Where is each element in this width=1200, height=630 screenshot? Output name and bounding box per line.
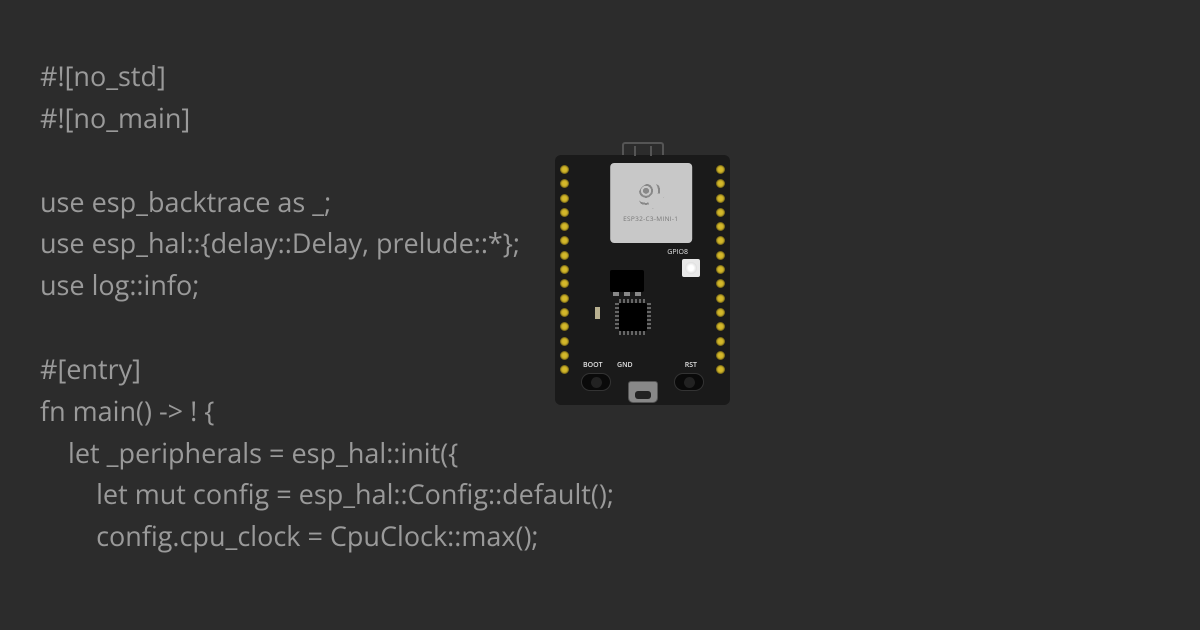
pin[interactable]: [716, 365, 725, 374]
boot-button-label: BOOT: [583, 361, 603, 370]
pin[interactable]: [560, 208, 569, 217]
pin[interactable]: [560, 279, 569, 288]
pin[interactable]: [716, 265, 725, 274]
code-line: let _peripherals = esp_hal::init({: [40, 434, 458, 471]
pin-column-right: [716, 165, 725, 374]
voltage-regulator: [610, 270, 644, 292]
pin[interactable]: [716, 222, 725, 231]
code-line: fn main() -> ! {: [40, 392, 214, 429]
code-line: let mut config = esp_hal::Config::defaul…: [40, 475, 614, 512]
pin[interactable]: [716, 194, 725, 203]
neopixel-led: [682, 259, 700, 277]
pin[interactable]: [560, 294, 569, 303]
pin[interactable]: [560, 165, 569, 174]
boot-button[interactable]: [581, 373, 611, 391]
pin[interactable]: [560, 222, 569, 231]
rst-button-label: RST: [685, 361, 697, 370]
pin[interactable]: [716, 208, 725, 217]
pin[interactable]: [560, 251, 569, 260]
capacitor: [595, 307, 600, 319]
pin[interactable]: [560, 265, 569, 274]
gnd-label: GND: [617, 361, 633, 370]
code-line: #[entry]: [40, 350, 141, 387]
pin[interactable]: [716, 279, 725, 288]
pin[interactable]: [716, 236, 725, 245]
pin[interactable]: [560, 236, 569, 245]
rf-shield: ESP32-C3-MINI-1: [610, 163, 692, 243]
pin[interactable]: [716, 351, 725, 360]
pin[interactable]: [560, 194, 569, 203]
code-line: use log::info;: [40, 266, 199, 303]
antenna-icon: [622, 142, 664, 155]
pin[interactable]: [560, 308, 569, 317]
code-line: use esp_hal::{delay::Delay, prelude::*};: [40, 224, 520, 261]
mcu-pins: [615, 303, 619, 331]
pin[interactable]: [560, 322, 569, 331]
mcu-chip: [619, 303, 647, 331]
code-line: use esp_backtrace as _;: [40, 183, 331, 220]
pin[interactable]: [716, 322, 725, 331]
pin[interactable]: [716, 251, 725, 260]
pin[interactable]: [716, 294, 725, 303]
esp32-board[interactable]: ESP32-C3-MINI-1 GPIO8 BOOT GND RST: [555, 155, 730, 405]
pin[interactable]: [560, 351, 569, 360]
gpio8-label: GPIO8: [667, 248, 688, 257]
pin[interactable]: [716, 337, 725, 346]
mcu-pins: [647, 303, 651, 331]
reset-button[interactable]: [674, 373, 704, 391]
code-line: config.cpu_clock = CpuClock::max();: [40, 517, 539, 554]
usb-port-icon: [628, 381, 658, 403]
pin[interactable]: [560, 337, 569, 346]
pin-column-left: [560, 165, 569, 374]
code-line: #![no_std]: [40, 57, 166, 94]
pin[interactable]: [560, 179, 569, 188]
pin[interactable]: [716, 308, 725, 317]
espressif-logo-icon: [638, 183, 664, 209]
code-line: #![no_main]: [40, 99, 190, 136]
pin[interactable]: [716, 165, 725, 174]
chip-model-label: ESP32-C3-MINI-1: [623, 214, 678, 223]
pin[interactable]: [560, 365, 569, 374]
pin[interactable]: [716, 179, 725, 188]
